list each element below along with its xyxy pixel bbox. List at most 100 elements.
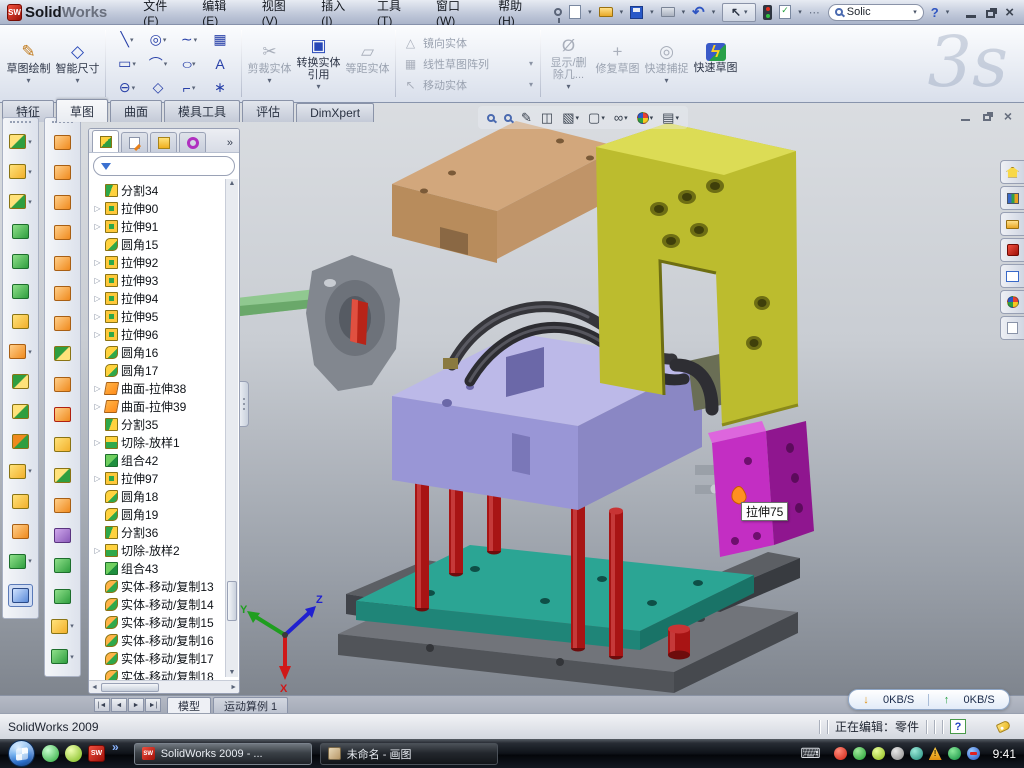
thicken-button[interactable] — [54, 377, 71, 392]
expand-arrow-icon[interactable]: ▷ — [93, 276, 102, 285]
view-palette-button[interactable] — [1000, 264, 1024, 288]
badge-medal-icon[interactable] — [872, 747, 885, 760]
expand-arrow-icon[interactable]: ▷ — [93, 546, 102, 555]
security-suite-icon[interactable] — [65, 745, 82, 762]
tree-item[interactable]: ▷拉伸90 — [93, 199, 225, 217]
doc-nav-2[interactable]: ► — [128, 698, 144, 712]
scroll-up-icon[interactable]: ▲ — [229, 180, 236, 187]
help-button[interactable]: ? — [931, 5, 939, 20]
propertymanager-tab[interactable] — [121, 132, 148, 152]
close-icon[interactable]: × — [1005, 5, 1014, 20]
new-caret-icon[interactable]: ▾ — [588, 8, 592, 16]
sketch-tool-sketch-fillet[interactable]: ⌐▾ — [174, 76, 204, 100]
network-speed-monitor[interactable]: ↓ 0KB/S ↑ 0KB/S — [848, 689, 1010, 710]
featuremanager-tab[interactable] — [92, 130, 119, 152]
antivirus-icon[interactable] — [834, 747, 847, 760]
dome-button[interactable] — [54, 589, 71, 604]
split-button[interactable] — [12, 404, 29, 419]
expand-arrow-icon[interactable]: ▷ — [93, 438, 102, 447]
tree-item[interactable]: 分割34 — [93, 181, 225, 199]
start-button[interactable] — [8, 740, 35, 767]
tree-item[interactable]: 实体-移动/复制17 — [93, 649, 225, 667]
options-caret-icon[interactable]: ▾ — [798, 8, 802, 16]
display-style-button[interactable]: ▢▾ — [588, 110, 605, 126]
rebuild-button[interactable] — [763, 3, 772, 21]
open-caret-icon[interactable]: ▾ — [620, 8, 624, 16]
sketch-tool-slot[interactable]: ⊖▾ — [112, 76, 142, 100]
expand-arrow-icon[interactable]: ▷ — [93, 474, 102, 483]
boundary-surface-button[interactable] — [54, 256, 71, 271]
ribbon-sketch-button[interactable]: ✎草图绘制▾ — [4, 25, 53, 102]
tree-item[interactable]: ▷拉伸92 — [93, 253, 225, 271]
tab-曲面[interactable]: 曲面 — [110, 100, 162, 122]
tree-item[interactable]: 实体-移动/复制16 — [93, 631, 225, 649]
tree-item[interactable]: ▷拉伸91 — [93, 217, 225, 235]
doc-tab-模型[interactable]: 模型 — [167, 697, 211, 713]
panel-more-chevron-icon[interactable]: » — [224, 137, 236, 152]
custom-properties-button[interactable] — [1000, 316, 1024, 340]
reference-star-button[interactable]: ▾ — [51, 619, 74, 634]
sketch-tool-polygon[interactable]: ◇ — [143, 76, 173, 100]
tree-item[interactable]: 实体-移动/复制15 — [93, 613, 225, 631]
save-button[interactable] — [630, 3, 643, 21]
model-short-pin[interactable] — [668, 625, 690, 660]
search-input[interactable]: Solic — [847, 6, 871, 18]
taskbar-clock[interactable]: 9:41 — [993, 747, 1016, 761]
swept-boss-button[interactable] — [12, 224, 29, 239]
delete-face-button[interactable] — [54, 407, 71, 422]
expand-arrow-icon[interactable]: ▷ — [93, 222, 102, 231]
minimize-icon[interactable] — [966, 15, 976, 18]
extruded-cut-button[interactable]: ▾ — [9, 164, 32, 179]
tree-item[interactable]: ▷拉伸93 — [93, 271, 225, 289]
tab-模具工具[interactable]: 模具工具 — [164, 100, 240, 122]
curve-button[interactable] — [12, 524, 29, 539]
tree-item[interactable]: 圆角19 — [93, 505, 225, 523]
doc-nav-3[interactable]: ►| — [145, 698, 161, 712]
sketch-tool-sketch-text[interactable]: A — [205, 52, 235, 76]
extruded-surface-button[interactable] — [54, 135, 71, 150]
lofted-surface-button[interactable] — [54, 225, 71, 240]
tree-item[interactable]: 分割36 — [93, 523, 225, 541]
doc-nav-1[interactable]: ◄ — [111, 698, 127, 712]
tree-item[interactable]: 圆角17 — [93, 361, 225, 379]
tree-item[interactable]: 实体-移动/复制18 — [93, 667, 225, 680]
offset-surface-button[interactable] — [54, 286, 71, 301]
tree-item[interactable]: ▷切除-放样2 — [93, 541, 225, 559]
file-explorer-button[interactable] — [1000, 212, 1024, 236]
expand-arrow-icon[interactable]: ▷ — [93, 258, 102, 267]
revolved-surface-button[interactable] — [54, 165, 71, 180]
section-view-button[interactable]: ◫ — [541, 110, 553, 126]
tab-评估[interactable]: 评估 — [242, 100, 294, 122]
tree-item[interactable]: 组合42 — [93, 451, 225, 469]
tree-item[interactable]: ▷曲面-拉伸38 — [93, 379, 225, 397]
select-tool-button[interactable]: ↖▾ — [722, 3, 756, 22]
sketch-tool-circle[interactable]: ◎▾ — [143, 28, 173, 52]
design-library-button[interactable] — [1000, 186, 1024, 210]
scroll-right-icon[interactable]: ► — [230, 684, 237, 691]
search-box[interactable]: Solic ▾ — [828, 4, 924, 21]
new-document-button[interactable] — [569, 3, 581, 21]
messenger-icon[interactable] — [42, 745, 59, 762]
replace-face-button[interactable] — [54, 437, 71, 452]
sketch-tool-selection-box[interactable]: ▦ — [205, 28, 235, 52]
tree-item[interactable]: 组合43 — [93, 559, 225, 577]
search-caret-icon[interactable]: ▾ — [913, 8, 917, 16]
tree-item[interactable]: 实体-移动/复制14 — [93, 595, 225, 613]
taskbar-window-inactive[interactable]: 未命名 - 画图 — [320, 743, 498, 765]
planar-surface-button[interactable] — [54, 316, 71, 331]
tree-item[interactable]: ▷拉伸96 — [93, 325, 225, 343]
solidworks-quicklaunch-icon[interactable]: SW — [88, 745, 105, 762]
apply-scene-button[interactable]: ▤▾ — [662, 110, 679, 126]
sketch-tool-rectangle[interactable]: ▭▾ — [112, 52, 142, 76]
chamfer-button[interactable] — [12, 284, 29, 299]
ribbon-rapid-sketch-button[interactable]: ϟ快速草图▾ — [691, 25, 740, 102]
taskbar-window-active[interactable]: SWSolidWorks 2009 - ... — [134, 743, 312, 765]
sketch-tool-line[interactable]: ╲▾ — [112, 28, 142, 52]
tab-DimXpert[interactable]: DimXpert — [296, 103, 374, 122]
combine-button[interactable] — [12, 374, 29, 389]
appearances-button[interactable] — [1000, 290, 1024, 314]
tree-item[interactable]: 圆角18 — [93, 487, 225, 505]
quick-launch-overflow-icon[interactable]: » — [112, 740, 119, 754]
model-insert-block[interactable] — [708, 421, 814, 557]
spline-tool-button[interactable]: ▾ — [51, 649, 74, 664]
